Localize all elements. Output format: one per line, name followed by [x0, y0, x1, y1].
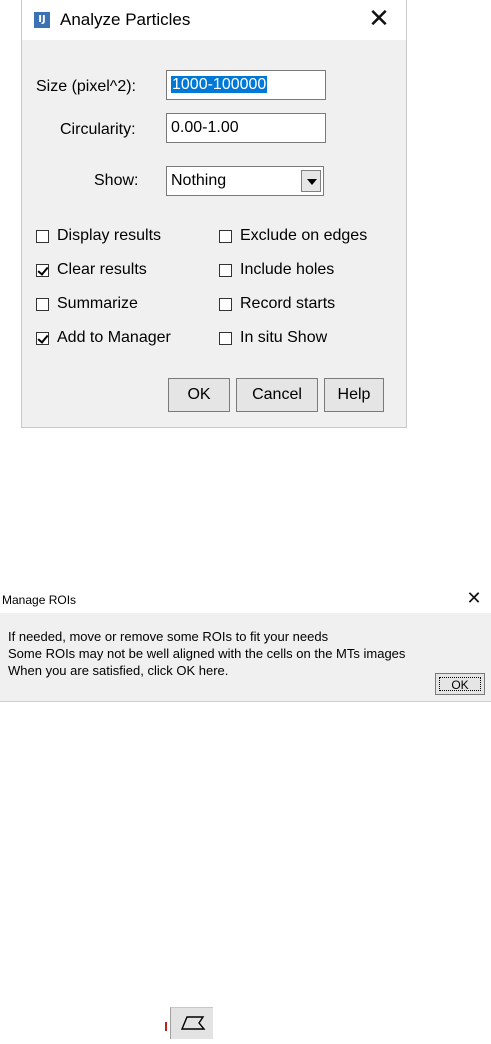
clear-results-checkbox[interactable]	[36, 264, 49, 277]
summarize-checkbox[interactable]	[36, 298, 49, 311]
show-dropdown[interactable]: Nothing	[166, 166, 324, 196]
message-line: Some ROIs may not be well aligned with t…	[8, 646, 406, 661]
close-icon[interactable]: ✕	[463, 587, 485, 611]
summarize-label: Summarize	[57, 295, 138, 312]
add-to-manager-label: Add to Manager	[57, 329, 171, 346]
message-line: When you are satisfied, click OK here.	[8, 663, 229, 678]
message-line: If needed, move or remove some ROIs to f…	[8, 629, 329, 644]
dialog-titlebar[interactable]: IJ Analyze Particles ✕	[22, 0, 406, 40]
size-label: Size (pixel^2):	[36, 78, 136, 95]
record-starts-label: Record starts	[240, 295, 336, 312]
record-starts-checkbox[interactable]	[219, 298, 232, 311]
size-input[interactable]: 1000-100000	[166, 70, 326, 100]
dialog-title: Manage ROIs	[2, 593, 77, 607]
include-holes-checkbox[interactable]	[219, 264, 232, 277]
display-results-label: Display results	[57, 227, 162, 244]
exclude-on-edges-checkbox[interactable]	[219, 230, 232, 243]
chevron-down-icon[interactable]	[301, 170, 321, 192]
in-situ-show-checkbox[interactable]	[219, 332, 232, 345]
show-dropdown-value: Nothing	[171, 172, 227, 189]
ok-button[interactable]: OK	[435, 673, 485, 695]
show-label: Show:	[94, 172, 139, 189]
circularity-input[interactable]: 0.00-1.00	[166, 113, 326, 143]
in-situ-show-label: In situ Show	[240, 329, 328, 346]
dialog-title: Analyze Particles	[60, 10, 191, 29]
freehand-selection-icon	[180, 1016, 206, 1030]
analyze-particles-dialog: IJ Analyze Particles ✕ Size (pixel^2): 1…	[21, 0, 407, 428]
ok-button-label: OK	[439, 677, 481, 692]
display-results-checkbox[interactable]	[36, 230, 49, 243]
circularity-label: Circularity:	[60, 121, 136, 138]
close-icon[interactable]: ✕	[366, 4, 392, 34]
clear-results-label: Clear results	[57, 261, 147, 278]
include-holes-label: Include holes	[240, 261, 335, 278]
manage-rois-dialog: Manage ROIs ✕ If needed, move or remove …	[0, 583, 491, 702]
help-button[interactable]: Help	[324, 378, 384, 412]
add-to-manager-checkbox[interactable]	[36, 332, 49, 345]
tool-marker	[165, 1022, 167, 1031]
size-value: 1000-100000	[171, 76, 268, 93]
exclude-on-edges-label: Exclude on edges	[240, 227, 368, 244]
ok-button[interactable]: OK	[168, 378, 230, 412]
dialog-titlebar[interactable]: Manage ROIs ✕	[0, 583, 491, 613]
freehand-tool-button[interactable]	[165, 1007, 213, 1039]
cancel-button[interactable]: Cancel	[236, 378, 318, 412]
imagej-icon: IJ	[34, 12, 50, 28]
